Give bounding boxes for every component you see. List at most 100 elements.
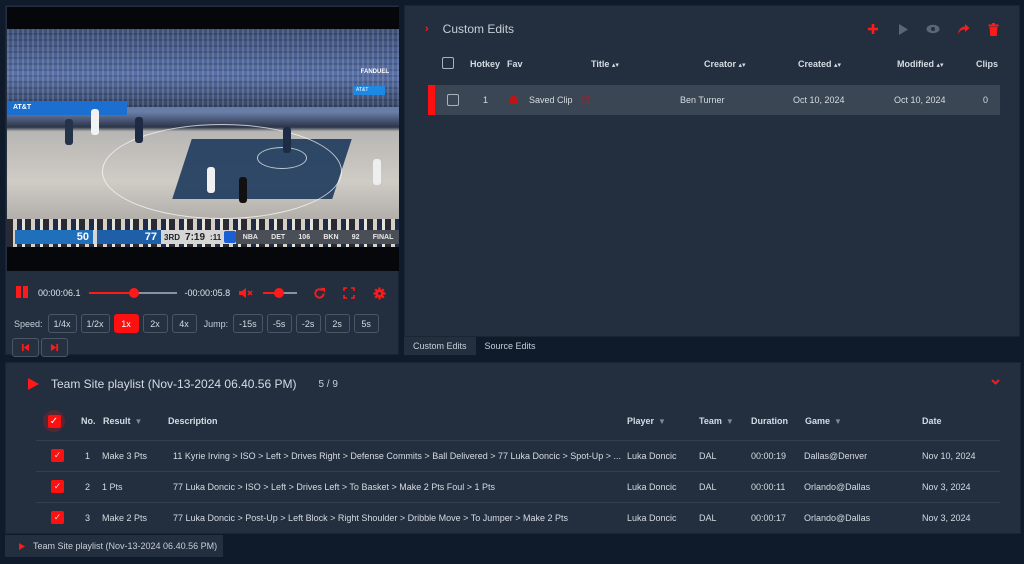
court-circle — [257, 147, 307, 169]
row-no: 3 — [85, 513, 91, 523]
league-label: NBA — [242, 233, 258, 241]
filter-icon[interactable]: ▼ — [658, 417, 666, 426]
game-clock: 7:19 — [185, 231, 206, 243]
volume-knob[interactable] — [274, 288, 285, 298]
edit-row[interactable]: 1 Saved Clip Ben Turner Oct 10, 2024 Oct… — [428, 85, 1000, 115]
playlist-title: Team Site playlist (Nov-13-2024 06.40.56… — [51, 377, 297, 391]
jump-forward-2-button[interactable]: 2s — [324, 314, 350, 333]
col-title-label: Title — [591, 59, 610, 69]
row-player: Luka Doncic — [627, 451, 677, 461]
row-checkbox[interactable]: ✓ — [51, 480, 64, 493]
other-team1: DET — [271, 233, 286, 241]
sponsor-ad: AT&T — [353, 86, 385, 95]
favorite-icon[interactable] — [508, 94, 519, 107]
video-frame[interactable]: AT&T FANDUEL AT&T 50 77 3RD 7:19 :11 NBA — [7, 7, 399, 271]
volume-mute-icon[interactable] — [238, 287, 254, 299]
row-description: 77 Luka Doncic > Post-Up > Left Block > … — [173, 513, 569, 523]
row-checkbox[interactable] — [447, 94, 459, 106]
row-no: 2 — [85, 482, 91, 492]
period: 3RD — [164, 232, 181, 242]
gear-icon[interactable] — [373, 286, 386, 300]
speed-1x-button[interactable]: 1x — [113, 314, 139, 333]
speed-jump-controls: Speed: 1/4x 1/2x 1x 2x 4x Jump: -15s -5s… — [14, 314, 379, 333]
chevron-right-icon[interactable]: › — [425, 23, 429, 35]
col-team[interactable]: Team ▼ — [699, 416, 734, 426]
col-duration: Duration — [751, 416, 788, 426]
col-team-label: Team — [699, 416, 722, 426]
col-title[interactable]: Title ▴▾ — [591, 59, 619, 69]
add-icon[interactable] — [865, 21, 881, 37]
progress-slider[interactable] — [88, 288, 177, 298]
share-icon[interactable] — [955, 21, 971, 37]
col-game[interactable]: Game ▼ — [805, 416, 842, 426]
playlist-count: 5 / 9 — [318, 378, 338, 390]
jump-forward-5-button[interactable]: 5s — [353, 314, 379, 333]
skip-previous-icon — [21, 343, 30, 352]
select-all-checkbox[interactable] — [442, 57, 454, 69]
col-created-label: Created — [798, 59, 832, 69]
row-team: DAL — [699, 482, 717, 492]
jump-label: Jump: — [203, 318, 229, 329]
scoreboard: 50 77 3RD 7:19 :11 NBA DET 106 BKN 92 FI… — [15, 230, 399, 244]
playlist-row[interactable]: ✓ 1 Make 3 Pts 11 Kyrie Irving > ISO > L… — [36, 440, 1000, 471]
replay-icon[interactable] — [313, 287, 326, 300]
col-result[interactable]: Result ▼ — [103, 416, 142, 426]
filter-icon[interactable]: ▼ — [726, 417, 734, 426]
jump-back-15-button[interactable]: -15s — [233, 314, 263, 333]
other-team1-score: 106 — [298, 233, 311, 241]
col-result-label: Result — [103, 416, 131, 426]
player-figure — [135, 117, 143, 143]
col-modified[interactable]: Modified ▴▾ — [897, 59, 944, 69]
row-selected-indicator — [428, 85, 435, 115]
col-creator[interactable]: Creator ▴▾ — [704, 59, 746, 69]
row-result: Make 3 Pts — [102, 451, 148, 461]
tab-custom-edits[interactable]: Custom Edits — [404, 337, 476, 355]
play-playlist-icon[interactable] — [28, 378, 39, 390]
col-created[interactable]: Created ▴▾ — [798, 59, 841, 69]
col-modified-label: Modified — [897, 59, 934, 69]
custom-edits-panel: › Custom Edits Hotkey Fav Title ▴▾ Creat… — [404, 5, 1020, 337]
row-no: 1 — [85, 451, 91, 461]
row-description: 77 Luka Doncic > ISO > Left > Drives Lef… — [173, 482, 496, 492]
progress-knob[interactable] — [129, 288, 140, 298]
speed-4x-button[interactable]: 4x — [171, 314, 197, 333]
sort-icon: ▴▾ — [834, 62, 842, 69]
crowd — [7, 29, 399, 107]
chevron-down-icon[interactable] — [991, 377, 1000, 388]
playlist-status-tab[interactable]: Team Site playlist (Nov-13-2024 06.40.56… — [5, 535, 223, 557]
jump-back-2-button[interactable]: -2s — [295, 314, 321, 333]
trash-icon[interactable] — [985, 21, 1001, 37]
tab-source-edits[interactable]: Source Edits — [476, 337, 545, 355]
other-game-ticker: NBA DET 106 BKN 92 FINAL — [236, 230, 399, 244]
speed-2x-button[interactable]: 2x — [142, 314, 168, 333]
player-figure — [283, 127, 291, 153]
playlist-row[interactable]: ✓ 3 Make 2 Pts 77 Luka Doncic > Post-Up … — [36, 502, 1000, 533]
speed-quarter-button[interactable]: 1/4x — [47, 314, 77, 333]
speed-half-button[interactable]: 1/2x — [80, 314, 110, 333]
col-player[interactable]: Player ▼ — [627, 416, 666, 426]
select-all-checkbox[interactable]: ✓ — [43, 410, 65, 432]
volume-slider[interactable] — [263, 288, 298, 298]
playlist-row[interactable]: ✓ 2 1 Pts 77 Luka Doncic > ISO > Left > … — [36, 471, 1000, 502]
edits-header: › Custom Edits — [425, 22, 514, 36]
previous-clip-button[interactable] — [12, 338, 39, 357]
eye-icon[interactable] — [925, 21, 941, 37]
row-modified: Oct 10, 2024 — [894, 95, 946, 105]
filter-icon[interactable]: ▼ — [834, 417, 842, 426]
pause-icon[interactable] — [16, 286, 30, 300]
row-checkbox[interactable]: ✓ — [51, 449, 64, 462]
row-player: Luka Doncic — [627, 513, 677, 523]
col-hotkey: Hotkey — [470, 59, 501, 69]
fullscreen-icon[interactable] — [343, 287, 355, 299]
play-icon[interactable] — [895, 21, 911, 37]
col-description: Description — [168, 416, 218, 426]
next-clip-button[interactable] — [41, 338, 68, 357]
col-fav: Fav — [507, 59, 523, 69]
playlist-header: Team Site playlist (Nov-13-2024 06.40.56… — [28, 377, 338, 391]
row-checkbox[interactable]: ✓ — [51, 511, 64, 524]
filter-icon[interactable]: ▼ — [135, 417, 143, 426]
row-hotkey: 1 — [483, 95, 489, 105]
edit-title-icon[interactable] — [581, 94, 591, 106]
clip-nav-controls — [12, 338, 68, 357]
jump-back-5-button[interactable]: -5s — [266, 314, 292, 333]
